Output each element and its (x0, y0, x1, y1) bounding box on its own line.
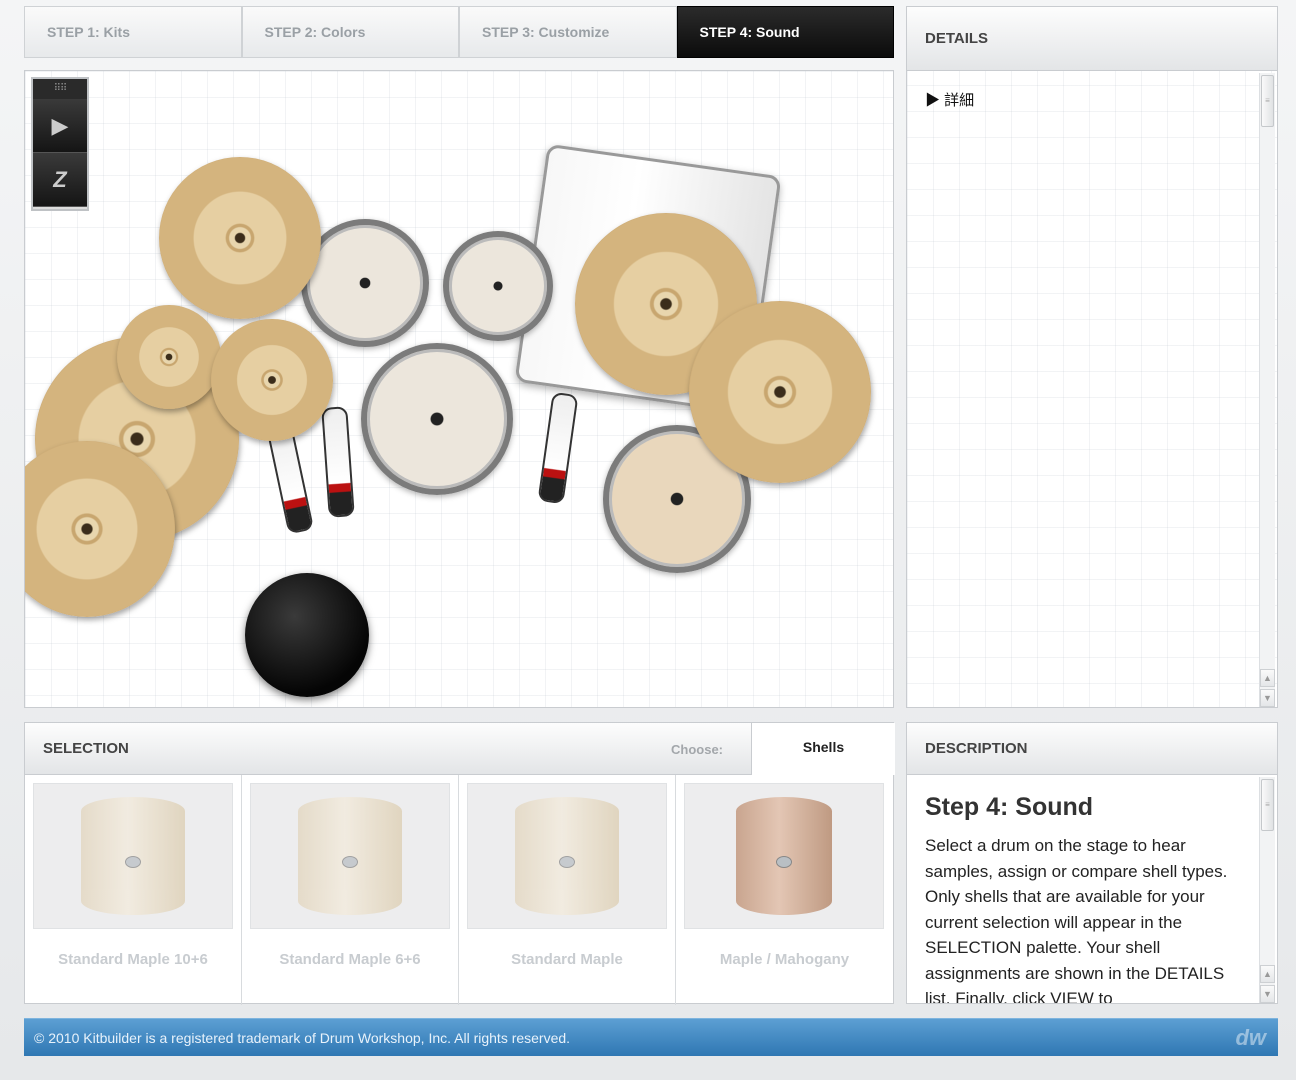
drum-stage: ⠿⠿ ▶ Z (24, 70, 894, 708)
stage-toolbar: ⠿⠿ ▶ Z (31, 77, 89, 211)
description-scroll-thumb[interactable]: ≡ (1261, 779, 1274, 831)
selection-panel: SELECTION Choose: Shells Standard Maple … (24, 722, 895, 1005)
shell-option-4[interactable]: Maple / Mahogany (676, 775, 893, 1005)
bass-drum-pedal[interactable] (537, 391, 579, 505)
rack-tom-right[interactable] (443, 231, 553, 341)
footer-bar: © 2010 Kitbuilder is a registered tradem… (24, 1018, 1278, 1056)
hihat-cymbal[interactable] (211, 319, 333, 441)
description-scroll-down-icon[interactable]: ▼ (1260, 985, 1275, 1003)
details-header: DETAILS (907, 7, 1277, 71)
crash-cymbal-right[interactable] (689, 301, 871, 483)
description-heading: Step 4: Sound (925, 793, 1094, 821)
shell-option-2[interactable]: Standard Maple 6+6 (242, 775, 459, 1005)
reset-icon[interactable]: Z (33, 153, 87, 207)
step-tabs: STEP 1: Kits STEP 2: Colors STEP 3: Cust… (24, 6, 894, 58)
tab-step-4-sound[interactable]: STEP 4: Sound (676, 6, 894, 58)
description-scroll-up-icon[interactable]: ▲ (1260, 965, 1275, 983)
description-scrollbar[interactable]: ≡ ▲ ▼ (1259, 777, 1275, 1003)
copyright-text: © 2010 Kitbuilder is a registered tradem… (34, 1029, 571, 1046)
shell-option-1[interactable]: Standard Maple 10+6 (25, 775, 242, 1005)
description-title: DESCRIPTION (925, 740, 1028, 757)
drum-throne[interactable] (245, 573, 369, 697)
shell-image (736, 797, 832, 915)
tab-step-1-kits[interactable]: STEP 1: Kits (24, 6, 242, 58)
details-title: DETAILS (925, 30, 989, 47)
description-panel: DESCRIPTION Step 4: Sound Select a drum … (906, 722, 1278, 1004)
shell-label: Standard Maple 6+6 (279, 951, 421, 968)
shell-thumbnail (684, 783, 884, 929)
dw-logo-icon: dw (1235, 1025, 1266, 1050)
details-scroll-up-icon[interactable]: ▲ (1260, 669, 1275, 687)
dw-badge-icon (342, 855, 358, 868)
shell-image (515, 797, 619, 915)
dw-badge-icon (125, 855, 141, 868)
dw-badge-icon (776, 855, 792, 868)
tab-shells[interactable]: Shells (751, 723, 895, 775)
snare-drum[interactable] (361, 343, 513, 495)
details-toggle[interactable]: ▶ 詳細 (925, 89, 974, 110)
shell-option-3[interactable]: Standard Maple (459, 775, 676, 1005)
tab-step-2-colors[interactable]: STEP 2: Colors (241, 6, 459, 58)
description-header: DESCRIPTION (907, 723, 1277, 775)
shell-label: Standard Maple (511, 951, 623, 968)
shell-image (298, 797, 402, 915)
description-body: Select a drum on the stage to hear sampl… (925, 836, 1228, 1004)
shell-thumbnail (33, 783, 233, 929)
selection-header: SELECTION Choose: Shells (25, 723, 895, 775)
tab-step-3-customize[interactable]: STEP 3: Customize (459, 6, 677, 58)
shell-label: Standard Maple 10+6 (58, 951, 208, 968)
shell-label: Maple / Mahogany (719, 951, 850, 968)
play-icon[interactable]: ▶ (33, 99, 87, 153)
selection-title: SELECTION (43, 740, 129, 757)
details-panel: DETAILS ▶ 詳細 ≡ ▲ ▼ (906, 6, 1278, 708)
splash-cymbal[interactable] (117, 305, 221, 409)
details-scroll-thumb[interactable]: ≡ (1261, 75, 1274, 127)
toolbar-grip-icon[interactable]: ⠿⠿ (33, 79, 87, 99)
details-scroll-down-icon[interactable]: ▼ (1260, 689, 1275, 707)
shell-thumbnail (467, 783, 667, 929)
tab-shells-label: Shells (802, 739, 845, 755)
crash-cymbal-top[interactable] (159, 157, 321, 319)
details-scrollbar[interactable]: ≡ ▲ ▼ (1259, 73, 1275, 707)
dw-badge-icon (559, 855, 575, 868)
choose-label: Choose: (671, 742, 723, 757)
hihat-pedal-right[interactable] (321, 406, 355, 518)
shell-thumbnail (250, 783, 450, 929)
shell-image (81, 797, 185, 915)
